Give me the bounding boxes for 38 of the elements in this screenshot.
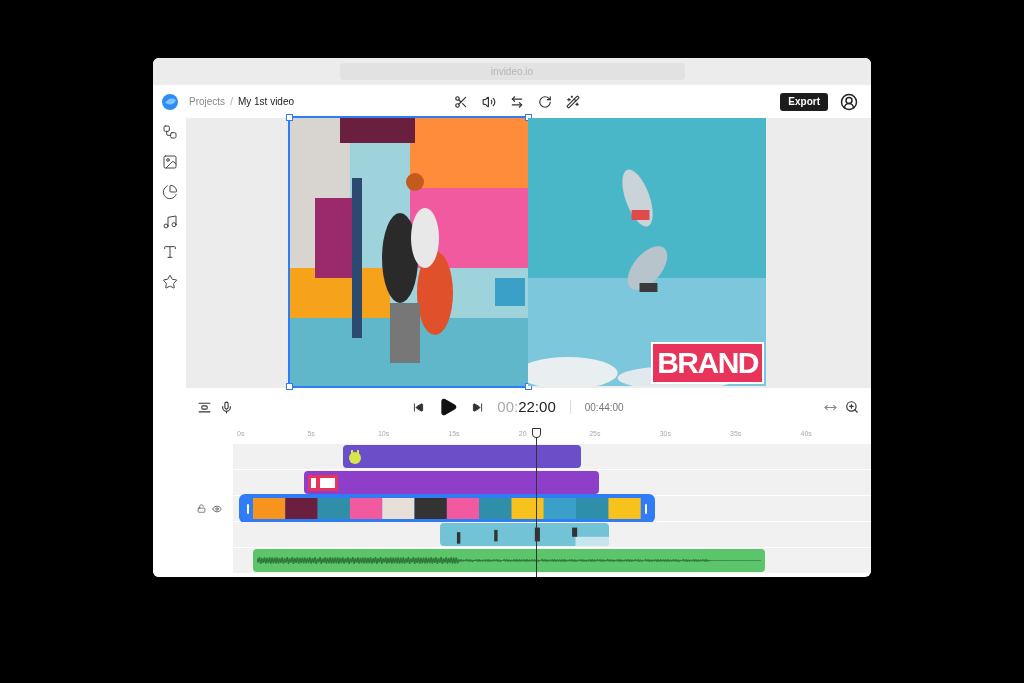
breadcrumb-separator: / bbox=[230, 95, 233, 109]
logo-icon[interactable] bbox=[161, 92, 179, 111]
duration: 00:44:00 bbox=[584, 400, 624, 415]
music-icon[interactable] bbox=[161, 214, 178, 230]
text-icon[interactable] bbox=[161, 244, 178, 260]
split-icon[interactable] bbox=[198, 400, 211, 414]
skip-forward-icon[interactable] bbox=[472, 401, 484, 413]
zoom-in-icon[interactable] bbox=[845, 400, 859, 414]
media-icon[interactable] bbox=[161, 154, 178, 170]
title-thumbnail-icon bbox=[307, 474, 338, 491]
cut-icon[interactable] bbox=[454, 94, 469, 109]
swap-icon[interactable] bbox=[510, 94, 525, 109]
microphone-icon[interactable] bbox=[220, 400, 233, 414]
title-clip[interactable] bbox=[303, 471, 599, 494]
hand-sticker-icon bbox=[347, 448, 364, 465]
rotate-icon[interactable] bbox=[538, 94, 553, 109]
video-clip[interactable] bbox=[241, 496, 653, 521]
unlock-icon[interactable] bbox=[197, 504, 206, 513]
volume-icon[interactable] bbox=[482, 94, 497, 109]
breadcrumb-link[interactable]: My 1st video bbox=[237, 94, 295, 109]
star-icon[interactable] bbox=[161, 274, 178, 290]
account-icon[interactable] bbox=[840, 92, 858, 111]
resize-handle[interactable] bbox=[286, 383, 293, 390]
trim-handle[interactable] bbox=[247, 503, 249, 514]
elements-icon[interactable] bbox=[161, 124, 178, 140]
sticker-icon[interactable] bbox=[161, 184, 178, 200]
brand-overlay-text[interactable]: BRAND bbox=[651, 342, 764, 384]
current-time: 00:22:00 bbox=[497, 396, 556, 417]
play-icon[interactable] bbox=[438, 397, 459, 417]
visibility-icon[interactable] bbox=[212, 503, 222, 514]
skip-back-icon[interactable] bbox=[413, 401, 425, 413]
audio-clip[interactable] bbox=[252, 549, 766, 572]
magic-wand-icon[interactable] bbox=[566, 94, 581, 109]
sticker-clip[interactable] bbox=[343, 445, 582, 468]
resize-handle[interactable] bbox=[286, 114, 293, 121]
breadcrumb-link[interactable]: Projects bbox=[189, 94, 226, 109]
export-button[interactable]: Export bbox=[780, 92, 828, 111]
trim-handle[interactable] bbox=[644, 503, 647, 514]
